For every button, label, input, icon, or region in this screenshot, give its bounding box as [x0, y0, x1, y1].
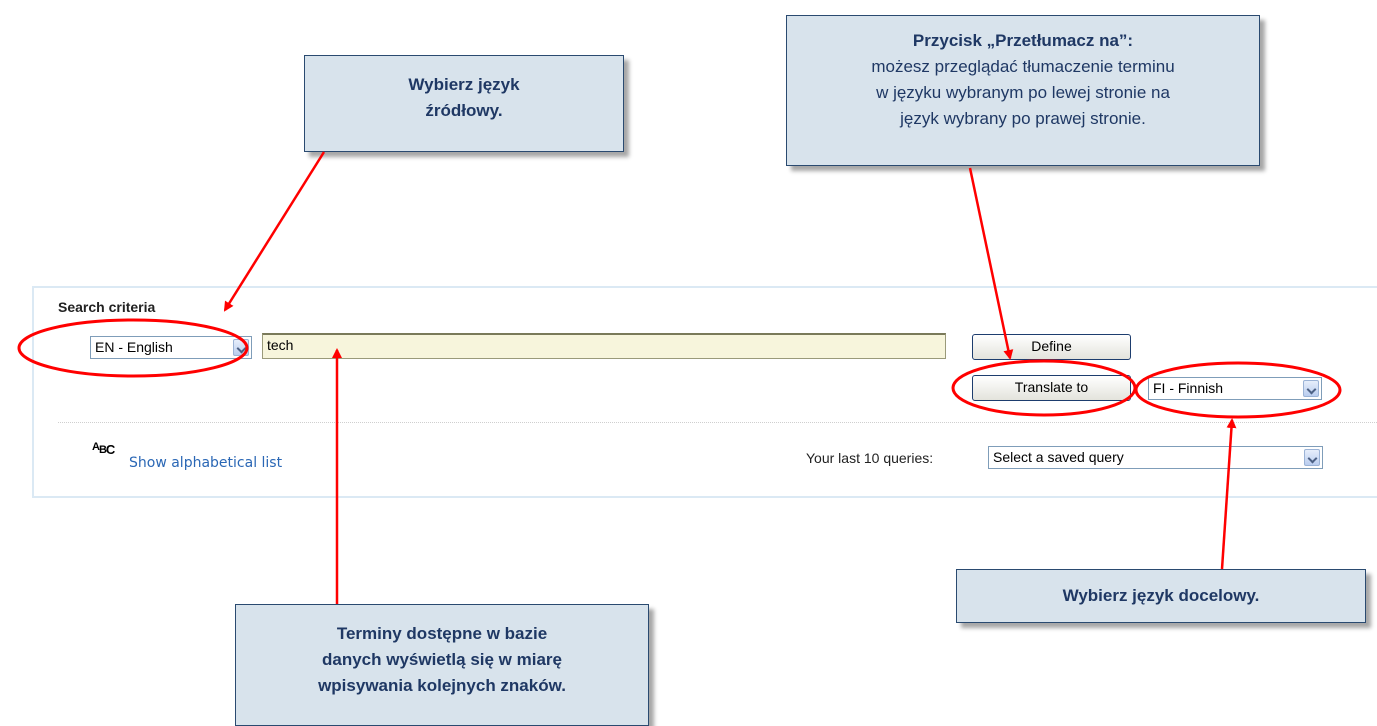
- callout-translate-line1: możesz przeglądać tłumaczenie terminu: [871, 57, 1175, 76]
- callout-terms-info: Terminy dostępne w bazie danych wyświetl…: [235, 604, 649, 726]
- saved-query-select[interactable]: Select a saved query: [988, 446, 1323, 469]
- callout-terms-line2: danych wyświetlą się w miarę: [321, 650, 562, 669]
- target-language-select[interactable]: FI - Finnish: [1148, 377, 1322, 400]
- callout-translate-line2: w języku wybranym po lewej stronie na: [876, 83, 1170, 102]
- callout-translate-title: Przycisk „Przetłumacz na”:: [912, 31, 1134, 50]
- callout-source-line1: Wybierz język: [408, 75, 520, 94]
- panel-title: Search criteria: [58, 299, 156, 315]
- chevron-down-icon[interactable]: [1303, 380, 1319, 397]
- saved-query-value: Select a saved query: [993, 449, 1124, 465]
- chevron-down-icon[interactable]: [233, 339, 249, 356]
- callout-target-text: Wybierz język docelowy.: [1062, 586, 1260, 605]
- callout-target-language: Wybierz język docelowy.: [956, 569, 1366, 623]
- divider: [58, 422, 1377, 423]
- callout-source-language: Wybierz język źródłowy.: [304, 55, 624, 152]
- translate-to-button[interactable]: Translate to: [972, 375, 1131, 401]
- callout-translate-button: Przycisk „Przetłumacz na”: możesz przegl…: [786, 15, 1260, 166]
- callout-source-line2: źródłowy.: [425, 101, 503, 120]
- search-criteria-panel: Search criteria EN - English tech Define…: [32, 286, 1377, 498]
- source-language-select[interactable]: EN - English: [90, 336, 252, 359]
- term-search-input[interactable]: tech: [262, 333, 946, 359]
- show-alphabetical-list-link[interactable]: Show alphabetical list: [129, 455, 282, 471]
- callout-translate-line3: język wybrany po prawej stronie.: [900, 109, 1146, 128]
- source-language-value: EN - English: [95, 339, 173, 355]
- target-language-value: FI - Finnish: [1153, 380, 1224, 396]
- callout-terms-line1: Terminy dostępne w bazie: [336, 624, 548, 643]
- callout-terms-line3: wpisywania kolejnych znaków.: [318, 676, 566, 695]
- term-input-value: tech: [267, 337, 294, 353]
- last-queries-label: Your last 10 queries:: [806, 450, 934, 466]
- abc-icon: ABC: [92, 441, 115, 457]
- define-button[interactable]: Define: [972, 334, 1131, 360]
- chevron-down-icon[interactable]: [1304, 449, 1320, 466]
